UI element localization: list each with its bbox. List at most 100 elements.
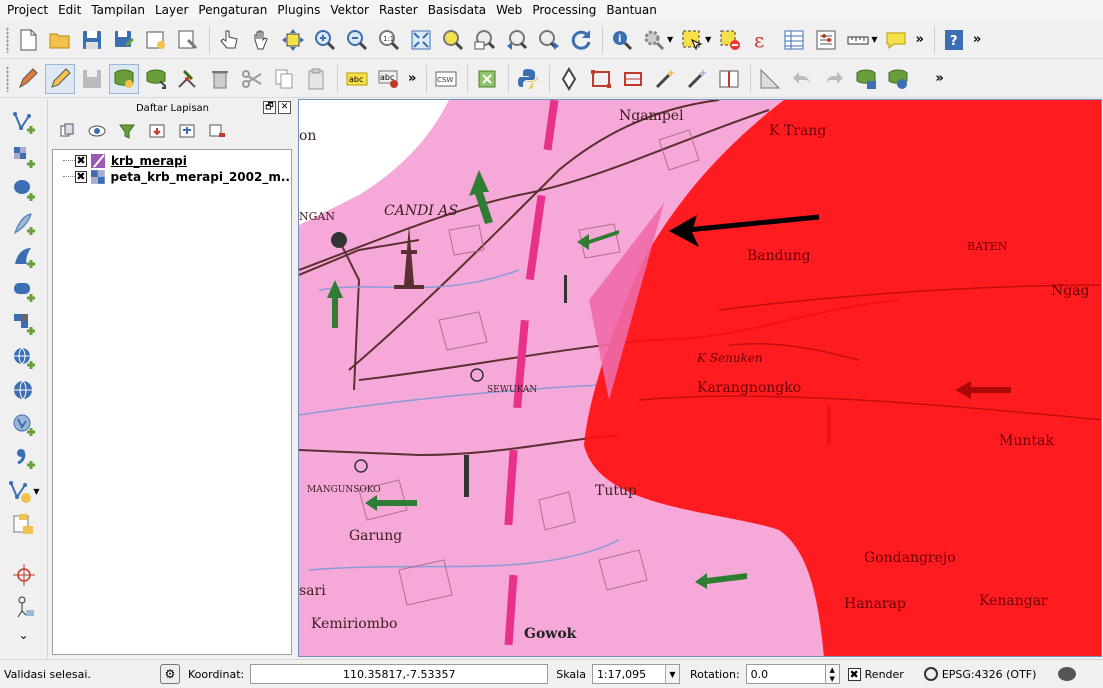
layer-styling-icon[interactable] xyxy=(58,122,76,140)
filter-icon[interactable] xyxy=(118,122,136,140)
advanced-digitizing-button[interactable] xyxy=(755,64,785,94)
layer-visibility-checkbox[interactable]: ✖ xyxy=(75,155,87,167)
vertex-tool-button[interactable] xyxy=(173,64,203,94)
menu-settings[interactable]: Pengaturan xyxy=(193,0,272,20)
layout-manager-button[interactable] xyxy=(173,25,203,55)
delete-selected-button[interactable] xyxy=(205,64,235,94)
toolbar-grip[interactable] xyxy=(6,26,9,53)
filter-legend-icon[interactable] xyxy=(148,122,166,140)
toolbar-grip[interactable] xyxy=(6,65,9,92)
add-wcs-layer-button[interactable] xyxy=(8,375,40,407)
menu-project[interactable]: Project xyxy=(2,0,53,20)
identify-features-button[interactable]: i xyxy=(607,25,637,55)
chevron-down-icon[interactable]: ▼ xyxy=(667,35,673,44)
download-feature-button[interactable] xyxy=(883,64,913,94)
georeferencer-button[interactable] xyxy=(472,64,502,94)
accessibility-tool-button[interactable] xyxy=(8,592,40,624)
zoom-full-button[interactable] xyxy=(406,25,436,55)
zoom-last-button[interactable] xyxy=(502,25,532,55)
expand-all-icon[interactable] xyxy=(178,122,196,140)
paste-features-button[interactable] xyxy=(301,64,331,94)
messages-log-icon[interactable]: ⚙ xyxy=(160,664,180,684)
map-tips-button[interactable] xyxy=(881,25,911,55)
add-vector-layer-button[interactable] xyxy=(8,107,40,139)
coordinate-field[interactable]: 110.35817,-7.53357 xyxy=(250,664,549,684)
rectangle-from-extent-button[interactable] xyxy=(586,64,616,94)
chevron-down-icon[interactable]: ▼ xyxy=(664,665,679,683)
add-db2-layer-button[interactable] xyxy=(8,275,40,307)
toolbar-overflow-button[interactable]: » xyxy=(915,32,923,47)
menu-web[interactable]: Web xyxy=(491,0,527,20)
measure-line-button[interactable] xyxy=(843,25,873,55)
add-spatialite-layer-button[interactable] xyxy=(8,208,40,240)
metasearch-button[interactable]: CSW xyxy=(431,64,461,94)
toolbar-overflow-button[interactable]: » xyxy=(935,71,943,86)
select-features-button[interactable] xyxy=(677,25,707,55)
layer-diagram-button[interactable]: abc xyxy=(374,64,404,94)
menu-view[interactable]: Tampilan xyxy=(86,0,150,20)
add-mssql-layer-button[interactable] xyxy=(8,241,40,273)
layer-visibility-checkbox[interactable]: ✖ xyxy=(75,171,87,183)
new-project-button[interactable] xyxy=(13,25,43,55)
undo-button[interactable] xyxy=(787,64,817,94)
toggle-editing-button[interactable] xyxy=(45,63,75,94)
add-wms-layer-button[interactable] xyxy=(8,342,40,374)
scale-combobox[interactable]: 1:17,095 ▼ xyxy=(591,664,680,684)
statistical-summary-button[interactable] xyxy=(811,25,841,55)
touch-navigation-button[interactable] xyxy=(214,25,244,55)
deselect-features-button[interactable] xyxy=(715,25,745,55)
add-wfs-layer-button[interactable] xyxy=(8,409,40,441)
float-panel-button[interactable]: 🗗 xyxy=(263,101,276,114)
add-delimited-text-button[interactable] xyxy=(8,442,40,474)
remove-layer-icon[interactable] xyxy=(208,122,226,140)
menu-vector[interactable]: Vektor xyxy=(325,0,374,20)
save-as-button[interactable] xyxy=(109,25,139,55)
pan-to-selection-button[interactable] xyxy=(278,25,308,55)
digitize-curve-button[interactable] xyxy=(554,64,584,94)
new-shapefile-button[interactable]: ▼ xyxy=(4,476,44,508)
toolbar-overflow-button[interactable]: » xyxy=(973,32,981,47)
save-project-button[interactable] xyxy=(77,25,107,55)
menu-help[interactable]: Bantuan xyxy=(601,0,661,20)
run-feature-action-button[interactable] xyxy=(639,25,669,55)
zoom-next-button[interactable] xyxy=(534,25,564,55)
rectangle-center-button[interactable] xyxy=(618,64,648,94)
refresh-button[interactable] xyxy=(566,25,596,55)
menu-layer[interactable]: Layer xyxy=(150,0,193,20)
add-feature-button[interactable] xyxy=(109,63,139,94)
toolbar-overflow-button[interactable]: » xyxy=(408,71,416,86)
cut-features-button[interactable] xyxy=(237,64,267,94)
zoom-to-selection-button[interactable] xyxy=(438,25,468,55)
magic-wand-button[interactable] xyxy=(650,64,680,94)
zoom-actual-size-button[interactable]: 1:1 xyxy=(374,25,404,55)
add-raster-layer-button[interactable] xyxy=(8,141,40,173)
zoom-to-layer-button[interactable] xyxy=(470,25,500,55)
menu-plugins[interactable]: Plugins xyxy=(272,0,325,20)
move-feature-button[interactable] xyxy=(141,64,171,94)
pan-map-button[interactable] xyxy=(246,25,276,55)
spin-up-icon[interactable]: ▲ xyxy=(825,665,839,674)
copy-features-button[interactable] xyxy=(269,64,299,94)
help-button[interactable]: ? xyxy=(939,25,969,55)
current-edits-button[interactable] xyxy=(13,64,43,94)
menu-database[interactable]: Basisdata xyxy=(423,0,491,20)
python-console-button[interactable] xyxy=(513,64,543,94)
layer-labeling-button[interactable]: abc xyxy=(342,64,372,94)
chevron-down-icon[interactable]: ▼ xyxy=(705,35,711,44)
magic-wand-settings-button[interactable] xyxy=(682,64,712,94)
open-project-button[interactable] xyxy=(45,25,75,55)
layer-item-peta-krb-merapi[interactable]: ✖ peta_krb_merapi_2002_m... xyxy=(53,169,291,185)
chevron-down-icon[interactable]: ▼ xyxy=(871,35,877,44)
rotation-input[interactable]: 0.0 xyxy=(745,664,826,684)
map-canvas[interactable]: Ngampel K Trang CANDI AS Bandung NGAN BA… xyxy=(298,99,1102,657)
layer-item-krb-merapi[interactable]: ✖ krb_merapi xyxy=(53,153,291,169)
map-swipe-button[interactable] xyxy=(714,64,744,94)
add-virtual-layer-button[interactable] xyxy=(8,509,40,541)
messages-bubble-icon[interactable] xyxy=(1058,667,1077,681)
render-checkbox[interactable]: ✖ xyxy=(847,667,861,681)
close-panel-button[interactable]: ✕ xyxy=(278,101,291,114)
vertical-toolbar-overflow-button[interactable]: ⌄ xyxy=(8,626,40,644)
zoom-out-button[interactable] xyxy=(342,25,372,55)
save-edits-button[interactable] xyxy=(77,64,107,94)
add-oracle-layer-button[interactable] xyxy=(8,308,40,340)
